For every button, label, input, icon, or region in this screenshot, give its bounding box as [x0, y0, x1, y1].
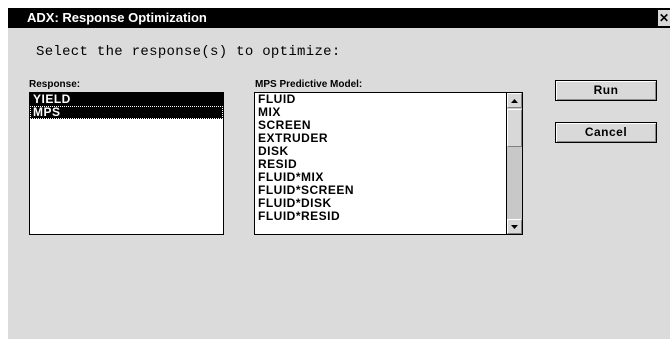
- arrow-up-icon: [511, 99, 518, 103]
- title-bar[interactable]: ADX: Response Optimization ✕: [8, 8, 670, 28]
- scroll-up-button[interactable]: [507, 93, 522, 108]
- scroll-down-button[interactable]: [507, 219, 522, 234]
- scroll-thumb[interactable]: [507, 109, 522, 147]
- response-label: Response:: [29, 79, 81, 90]
- cancel-button[interactable]: Cancel: [555, 122, 657, 143]
- instruction-text: Select the response(s) to optimize:: [36, 44, 341, 60]
- model-items: FLUID MIX SCREEN EXTRUDER DISK RESID FLU…: [255, 93, 522, 223]
- vertical-scrollbar[interactable]: [506, 93, 522, 234]
- window-title: ADX: Response Optimization: [27, 10, 207, 25]
- response-optimization-window: ADX: Response Optimization ✕ Select the …: [8, 8, 670, 339]
- close-icon[interactable]: ✕: [658, 10, 670, 26]
- arrow-down-icon: [511, 225, 518, 229]
- model-label: MPS Predictive Model:: [255, 79, 363, 90]
- list-item[interactable]: FLUID: [255, 93, 522, 106]
- list-item-mps[interactable]: MPS: [30, 106, 223, 119]
- list-item[interactable]: EXTRUDER: [255, 132, 522, 145]
- response-listbox[interactable]: YIELD MPS: [29, 92, 224, 235]
- model-listbox[interactable]: FLUID MIX SCREEN EXTRUDER DISK RESID FLU…: [254, 92, 523, 235]
- run-button[interactable]: Run: [555, 80, 657, 101]
- list-item[interactable]: FLUID*RESID: [255, 210, 522, 223]
